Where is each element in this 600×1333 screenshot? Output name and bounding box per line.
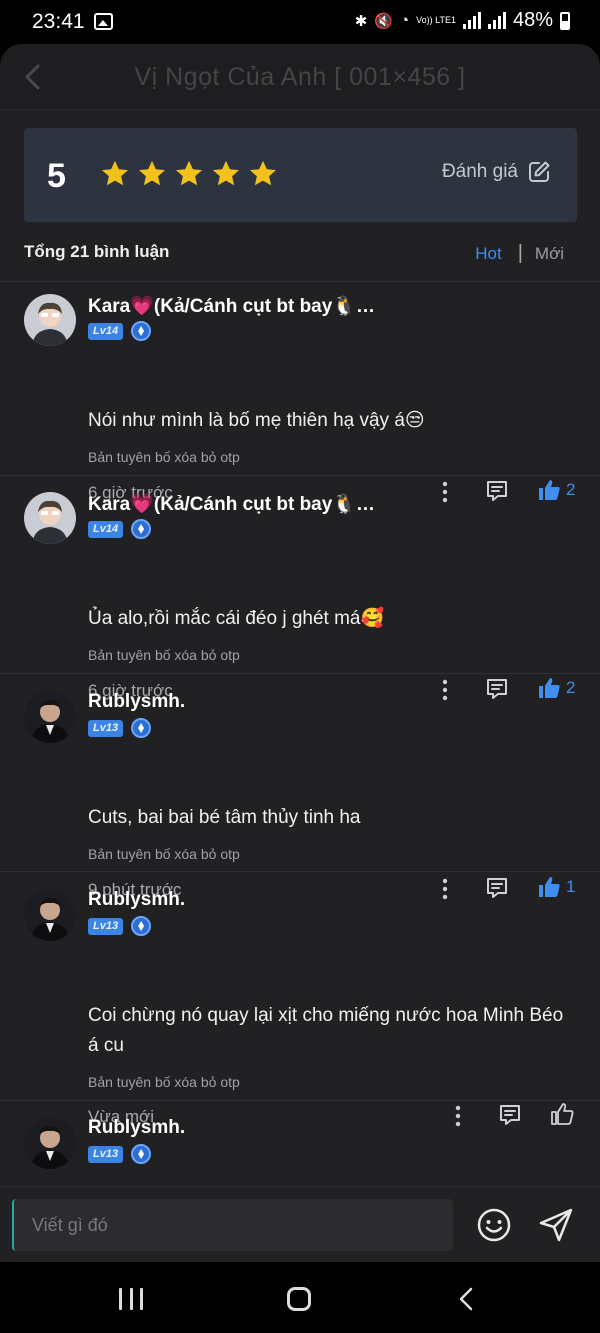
rate-button-label: Đánh giá <box>441 161 518 182</box>
avatar[interactable] <box>24 889 76 941</box>
system-back-button[interactable] <box>456 1286 476 1312</box>
image-icon <box>94 13 113 30</box>
chevron-left-icon <box>459 1287 473 1311</box>
star-rating <box>100 159 278 189</box>
comment-item: Kara💗(Kả/Cánh cụt bt bay🐧… Lv14 Ủa alo,r… <box>0 480 600 701</box>
top-bar: Vị Ngọt Của Anh [ 001×456 ] <box>0 44 600 110</box>
smiley-icon <box>477 1208 511 1242</box>
comment-item: Rublysmh. Lv13 Cuts, bai bai bé tâm thủy… <box>0 679 600 900</box>
send-button[interactable] <box>538 1207 574 1243</box>
battery-percent: 48% <box>512 9 553 31</box>
avatar[interactable] <box>24 1117 76 1169</box>
level-badge: Lv14 <box>88 322 124 340</box>
mute-icon: 🔇 <box>374 12 394 30</box>
comment-text: Coi chừng nó quay lại xịt cho miếng nước… <box>88 1005 564 1056</box>
star-icon <box>176 160 202 186</box>
verified-icon <box>131 321 152 341</box>
comment-composer <box>0 1186 600 1262</box>
verified-icon <box>131 1144 152 1164</box>
comment-input[interactable] <box>12 1199 453 1251</box>
level-badge: Lv13 <box>88 917 124 935</box>
user-badges: Lv13 <box>88 1144 152 1164</box>
signal-icon <box>462 12 481 29</box>
verified-icon <box>131 916 152 936</box>
home-button[interactable] <box>287 1287 311 1311</box>
tab-new[interactable]: Mới <box>535 244 564 264</box>
rate-button[interactable]: Đánh giá <box>442 160 551 184</box>
star-icon <box>250 160 276 186</box>
status-icons: ✱ 🔇 ◔ Vo)) LTE1 48% <box>355 9 570 32</box>
avatar[interactable] <box>24 294 76 346</box>
verified-icon <box>131 718 152 738</box>
user-badges: Lv14 <box>88 321 152 341</box>
edit-icon <box>529 161 550 182</box>
rating-card: 5 Đánh giá <box>24 128 577 222</box>
comment-author[interactable]: Rublysmh. <box>88 1117 185 1139</box>
sort-tabs: Hot | Mới <box>475 242 564 265</box>
comment-author[interactable]: Kara💗(Kả/Cánh cụt bt bay🐧… <box>88 294 375 318</box>
comment-author[interactable]: Kara💗(Kả/Cánh cụt bt bay🐧… <box>88 492 375 516</box>
avatar[interactable] <box>24 691 76 743</box>
star-icon <box>102 160 128 186</box>
send-icon <box>539 1208 573 1242</box>
divider <box>0 475 600 476</box>
tab-separator: | <box>517 242 523 264</box>
divider <box>0 673 600 674</box>
comment-subtitle: Bản tuyên bố xóa bỏ otp <box>88 647 240 663</box>
comment-text: Nói như mình là bố mẹ thiên hạ vậy á😒 <box>88 410 425 431</box>
comment-subtitle: Bản tuyên bố xóa bỏ otp <box>88 846 240 862</box>
comment-subtitle: Bản tuyên bố xóa bỏ otp <box>88 449 240 465</box>
verified-icon <box>131 519 152 539</box>
avatar[interactable] <box>24 492 76 544</box>
comment-subtitle: Bản tuyên bố xóa bỏ otp <box>88 1074 240 1090</box>
user-badges: Lv14 <box>88 519 152 539</box>
status-bar: 23:41 ✱ 🔇 ◔ Vo)) LTE1 48% <box>0 0 600 44</box>
comment-text: Ủa alo,rồi mắc cái đéo j ghét má🥰 <box>88 608 385 629</box>
comment-item: Rublysmh. Lv13 Coi chừng nó quay lại xịt… <box>0 877 600 1127</box>
comment-item: Rublysmh. Lv13 <box>0 1105 600 1185</box>
divider <box>0 1100 600 1101</box>
rating-score: 5 <box>47 157 66 195</box>
divider <box>0 871 600 872</box>
level-badge: Lv13 <box>88 719 124 737</box>
tab-hot[interactable]: Hot <box>475 244 501 264</box>
comment-list-header: Tổng 21 bình luận Hot | Mới <box>24 239 564 267</box>
star-icon <box>139 160 165 186</box>
user-badges: Lv13 <box>88 718 152 738</box>
wifi-icon: ◔ <box>400 12 410 29</box>
comment-author[interactable]: Rublysmh. <box>88 691 185 713</box>
page-title: Vị Ngọt Của Anh [ 001×456 ] <box>134 63 466 91</box>
star-icon <box>213 160 239 186</box>
user-badges: Lv13 <box>88 916 152 936</box>
signal-icon-2 <box>487 12 506 29</box>
comment-text: Cuts, bai bai bé tâm thủy tinh ha <box>88 807 361 828</box>
comments-screen: Vị Ngọt Của Anh [ 001×456 ] 5 Đánh giá T… <box>0 44 600 1262</box>
system-nav-bar <box>0 1262 600 1333</box>
network-label: Vo)) LTE1 <box>416 15 456 25</box>
bluetooth-icon: ✱ <box>354 12 368 30</box>
comment-author[interactable]: Rublysmh. <box>88 889 185 911</box>
level-badge: Lv14 <box>88 520 124 538</box>
battery-icon <box>560 11 570 30</box>
comment-item: Kara💗(Kả/Cánh cụt bt bay🐧… Lv14 Nói như … <box>0 282 600 503</box>
status-time: 23:41 <box>32 10 85 33</box>
level-badge: Lv13 <box>88 1145 124 1163</box>
emoji-button[interactable] <box>476 1207 512 1243</box>
comment-total: Tổng 21 bình luận <box>24 242 170 261</box>
recent-apps-button[interactable] <box>119 1288 143 1310</box>
